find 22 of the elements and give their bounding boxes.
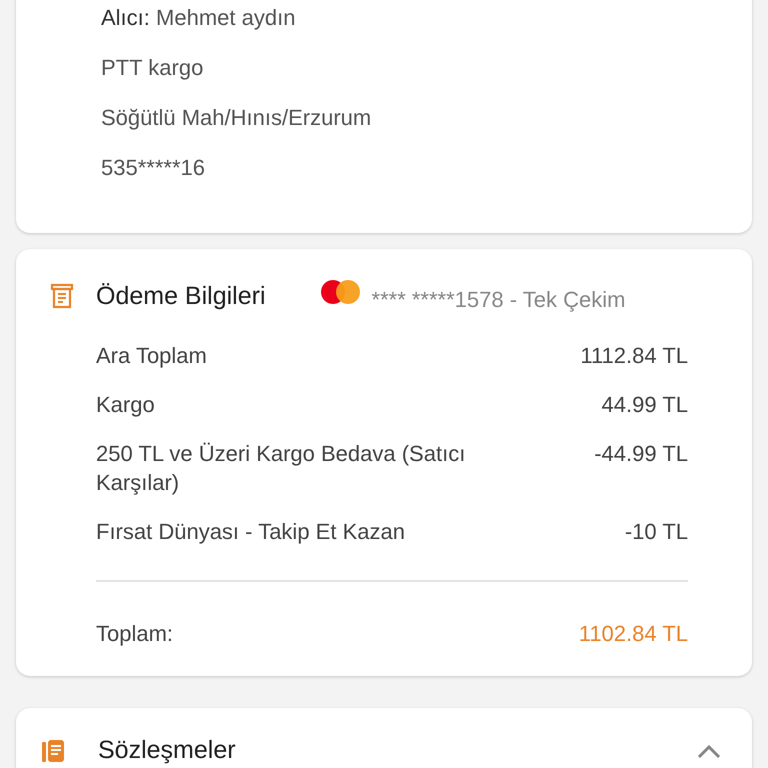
price-value: -10 TL: [624, 518, 688, 546]
contracts-title: Sözleşmeler: [98, 736, 237, 765]
recipient-label: Alıcı:: [101, 5, 150, 30]
price-label: Fırsat Dünyası - Takip Et Kazan: [96, 518, 405, 546]
payment-title: Ödeme Bilgileri: [96, 282, 266, 310]
price-value: 1112.84 TL: [580, 342, 688, 370]
delivery-detail: Söğütlü Mah/Hınıs/Erzurum: [101, 105, 372, 130]
total-label: Toplam:: [96, 620, 174, 648]
receipt-icon: [48, 282, 76, 310]
price-value: 44.99 TL: [602, 391, 688, 419]
document-icon: [40, 738, 66, 764]
price-value: -44.99 TL: [594, 440, 688, 468]
total-value: 1102.84 TL: [578, 620, 688, 648]
price-label: Ara Toplam: [96, 342, 207, 370]
recipient-name: Mehmet aydın: [156, 5, 296, 30]
price-label: 250 TL ve Üzeri Kargo Bedava (Satıcı Karşılar): [96, 440, 466, 497]
delivery-detail: 535*****16: [101, 155, 205, 180]
card-number: **** *****1578 - Tek Çekim: [372, 287, 626, 313]
chevron-icon[interactable]: [696, 742, 722, 758]
delivery-detail: PTT kargo: [101, 55, 204, 80]
price-label: Kargo: [96, 391, 155, 419]
card-logo-icon: [320, 279, 362, 305]
